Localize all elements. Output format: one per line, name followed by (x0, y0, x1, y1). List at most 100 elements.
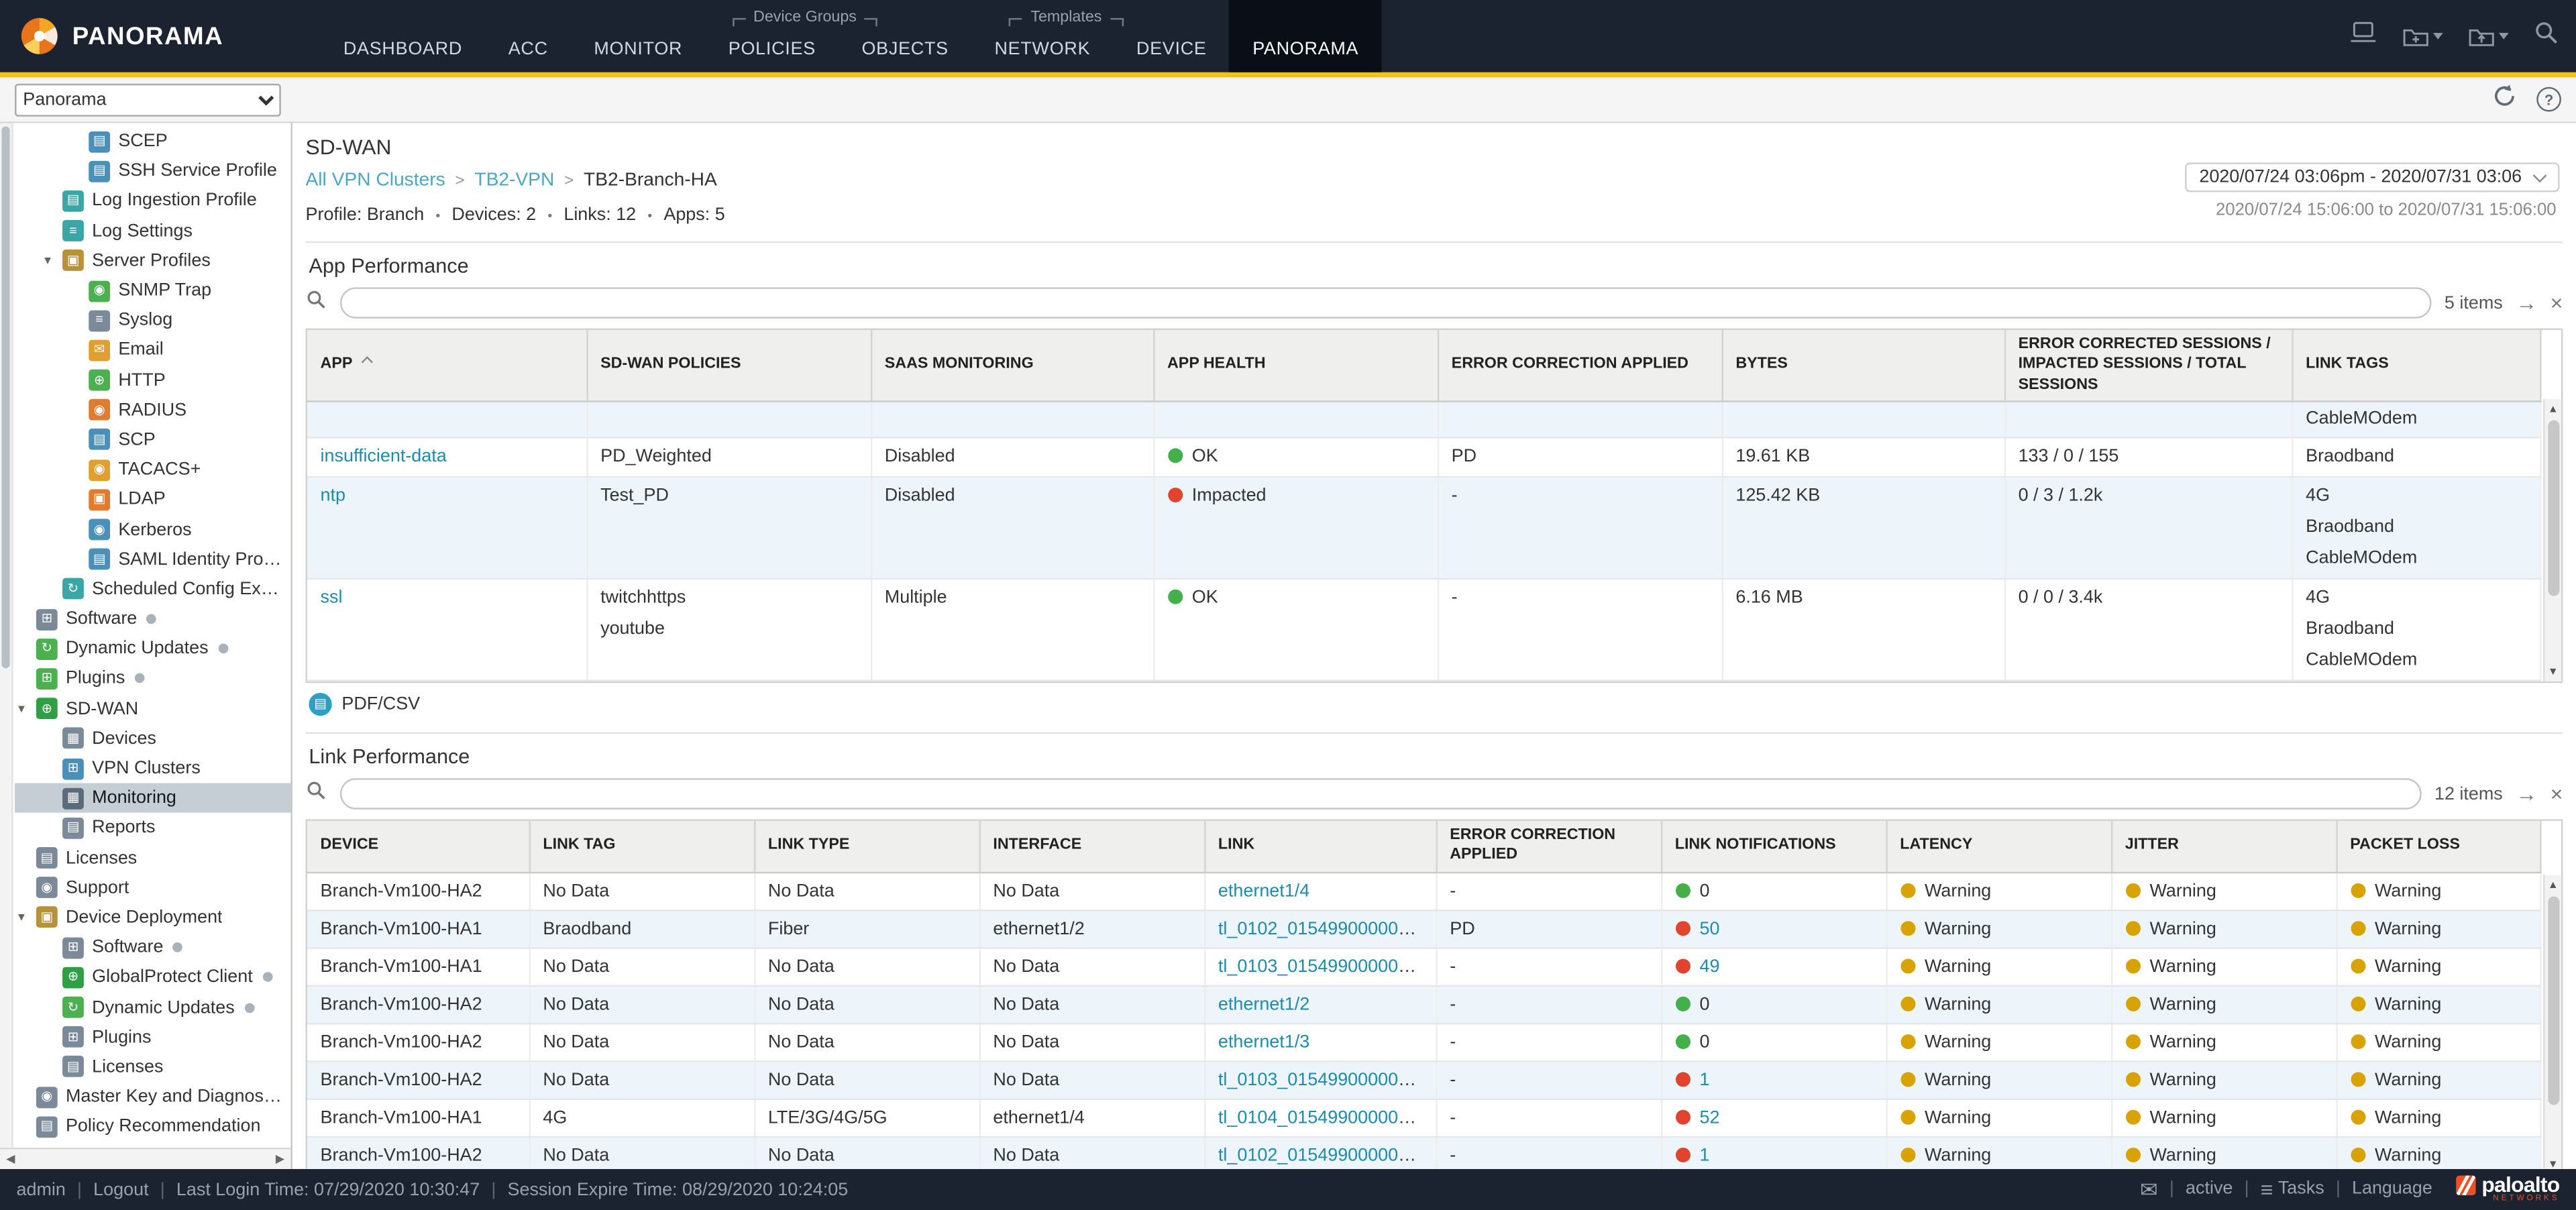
language-button[interactable]: Language (2352, 1180, 2432, 1199)
link-name[interactable]: tl_0102_01549900000069... (1218, 1146, 1436, 1165)
notification-count[interactable]: 50 (1699, 919, 1719, 938)
column-header-link-notifications[interactable]: LINK NOTIFICATIONS (1661, 821, 1886, 872)
sidebar-vertical-scrollbar[interactable] (0, 123, 13, 1148)
expander-icon[interactable]: ▾ (18, 702, 36, 716)
sidebar-item-plugins[interactable]: ⊞Plugins (15, 1022, 290, 1052)
scroll-left-icon[interactable]: ◀ (0, 1148, 21, 1170)
export-config-icon[interactable] (2467, 25, 2508, 48)
sidebar-item-ldap[interactable]: ▣LDAP (15, 485, 290, 515)
sidebar-item-dynamic-updates[interactable]: ↻Dynamic Updates (15, 634, 290, 664)
app-search-input[interactable] (340, 287, 2431, 319)
column-header-device[interactable]: DEVICE (307, 821, 529, 872)
sidebar-item-licenses[interactable]: ▤Licenses (15, 843, 290, 873)
clear-filter-icon[interactable]: × (2551, 783, 2563, 805)
link-table-scrollbar[interactable]: ▲ ▼ (2543, 875, 2561, 1169)
apply-filter-icon[interactable]: → (2516, 292, 2537, 314)
sidebar-item-ssh-service-profile[interactable]: ▤SSH Service Profile (15, 156, 290, 186)
messages-icon[interactable]: ✉ (2140, 1178, 2158, 1200)
scrollbar-track[interactable] (21, 1149, 270, 1168)
sidebar-item-scep[interactable]: ▤SCEP (15, 126, 290, 156)
link-name[interactable]: tl_0102_01549900000069... (1218, 919, 1436, 938)
column-header-app-health[interactable]: APP HEALTH (1153, 330, 1438, 402)
sidebar-item-kerberos[interactable]: ◉Kerberos (15, 514, 290, 545)
sidebar-item-tacacs[interactable]: ◉TACACS+ (15, 455, 290, 485)
clear-filter-icon[interactable]: × (2551, 292, 2563, 314)
nav-tab-dashboard[interactable]: DASHBOARD (321, 0, 486, 72)
sidebar-item-devices[interactable]: ▦Devices (15, 724, 290, 754)
date-range-selector[interactable]: 2020/07/24 03:06pm - 2020/07/31 03:06 (2184, 162, 2559, 192)
sidebar-item-monitoring[interactable]: ▦Monitoring (15, 783, 290, 814)
column-header-link-type[interactable]: LINK TYPE (754, 821, 979, 872)
sidebar-item-scheduled-config-export[interactable]: ↻Scheduled Config Export (15, 574, 290, 604)
sidebar-item-radius[interactable]: ◉RADIUS (15, 395, 290, 425)
scrollbar-thumb[interactable] (2548, 421, 2559, 596)
app-link-insufficient-data[interactable]: insufficient-data (321, 447, 447, 466)
notification-count[interactable]: 49 (1699, 956, 1719, 976)
refresh-icon[interactable] (2492, 83, 2517, 116)
context-selector[interactable]: Panorama (15, 83, 281, 116)
column-header-saas-monitoring[interactable]: SAAS MONITORING (871, 330, 1153, 402)
breadcrumb-item-all-vpn-clusters[interactable]: All VPN Clusters (306, 171, 445, 190)
column-header-link-tags[interactable]: LINK TAGS (2292, 330, 2540, 402)
sidebar-item-server-profiles[interactable]: ▾▣Server Profiles (15, 246, 290, 276)
link-name[interactable]: ethernet1/2 (1218, 995, 1309, 1014)
sidebar-item-vpn-clusters[interactable]: ⊞VPN Clusters (15, 753, 290, 783)
column-header-bytes[interactable]: BYTES (1722, 330, 2004, 402)
app-export-button[interactable]: ▤ PDF/CSV (309, 693, 2563, 716)
logout-link[interactable]: Logout (93, 1180, 148, 1199)
expander-icon[interactable]: ▾ (44, 254, 62, 268)
column-header-interface[interactable]: INTERFACE (979, 821, 1205, 872)
link-name[interactable]: tl_0104_01549900000069... (1218, 1108, 1436, 1128)
scroll-down-icon[interactable]: ▼ (2544, 662, 2562, 681)
sidebar-item-sd-wan[interactable]: ▾⊕SD-WAN (15, 694, 290, 724)
sidebar-item-email[interactable]: ✉Email (15, 335, 290, 366)
scroll-up-icon[interactable]: ▲ (2544, 875, 2562, 895)
sidebar-item-log-ingestion-profile[interactable]: ▤Log Ingestion Profile (15, 186, 290, 217)
app-table-scrollbar[interactable]: ▲ ▼ (2543, 399, 2561, 681)
sidebar-item-policy-recommendation[interactable]: ▤Policy Recommendation (15, 1112, 290, 1142)
sidebar-item-syslog[interactable]: ≡Syslog (15, 306, 290, 336)
column-header-link-tag[interactable]: LINK TAG (529, 821, 755, 872)
column-header-packet-loss[interactable]: PACKET LOSS (2336, 821, 2540, 872)
column-header-error-corrected-sessions-impacted-sessions-total-sessions[interactable]: ERROR CORRECTED SESSIONS / IMPACTED SESS… (2004, 330, 2292, 402)
sidebar-item-reports[interactable]: ▤Reports (15, 813, 290, 843)
sidebar-item-software[interactable]: ⊞Software (15, 932, 290, 963)
save-config-icon[interactable] (2402, 25, 2443, 48)
sidebar-item-dynamic-updates[interactable]: ↻Dynamic Updates (15, 993, 290, 1023)
column-header-sd-wan-policies[interactable]: SD-WAN POLICIES (586, 330, 871, 402)
link-name[interactable]: ethernet1/4 (1218, 881, 1309, 901)
sidebar-item-saml-identity-provider[interactable]: ▤SAML Identity Provider (15, 545, 290, 575)
sidebar-item-software[interactable]: ⊞Software (15, 604, 290, 635)
sidebar-item-master-key-and-diagnostics[interactable]: ◉Master Key and Diagnostics (15, 1082, 290, 1112)
scroll-down-icon[interactable]: ▼ (2544, 1156, 2562, 1169)
notification-count[interactable]: 52 (1699, 1108, 1719, 1128)
link-name[interactable]: tl_0103_01549900000069... (1218, 1070, 1436, 1089)
app-link-ntp[interactable]: ntp (321, 486, 345, 506)
nav-tab-acc[interactable]: ACC (485, 0, 571, 72)
tasks-icon[interactable]: ≡ (2261, 1178, 2273, 1200)
breadcrumb-item-tb2-vpn[interactable]: TB2-VPN (474, 171, 554, 190)
link-search-input[interactable] (340, 778, 2421, 810)
sidebar-item-support[interactable]: ◉Support (15, 873, 290, 903)
search-icon[interactable] (2533, 19, 2559, 53)
sidebar-item-plugins[interactable]: ⊞Plugins (15, 664, 290, 694)
link-name[interactable]: tl_0103_01549900000069... (1218, 956, 1436, 976)
app-link-ssl[interactable]: ssl (321, 588, 343, 607)
scrollbar-thumb[interactable] (1, 126, 9, 668)
sidebar-item-globalprotect-client[interactable]: ⊕GlobalProtect Client (15, 963, 290, 993)
tasks-button[interactable]: Tasks (2278, 1180, 2324, 1199)
commit-status-icon[interactable] (2349, 19, 2377, 52)
notification-count[interactable]: 1 (1699, 1146, 1709, 1165)
column-header-app[interactable]: APP (307, 330, 586, 402)
link-name[interactable]: ethernet1/3 (1218, 1032, 1309, 1052)
nav-tab-panorama[interactable]: PANORAMA (1230, 0, 1382, 72)
sidebar-item-log-settings[interactable]: ≡Log Settings (15, 216, 290, 246)
sidebar-item-licenses[interactable]: ▤Licenses (15, 1052, 290, 1083)
column-header-link[interactable]: LINK (1204, 821, 1436, 872)
column-header-jitter[interactable]: JITTER (2111, 821, 2337, 872)
apply-filter-icon[interactable]: → (2516, 783, 2537, 805)
help-icon[interactable]: ? (2536, 87, 2561, 112)
scroll-up-icon[interactable]: ▲ (2544, 399, 2562, 419)
column-header-error-correction-applied[interactable]: ERROR CORRECTION APPLIED (1438, 330, 1722, 402)
expander-icon[interactable]: ▾ (18, 911, 36, 924)
